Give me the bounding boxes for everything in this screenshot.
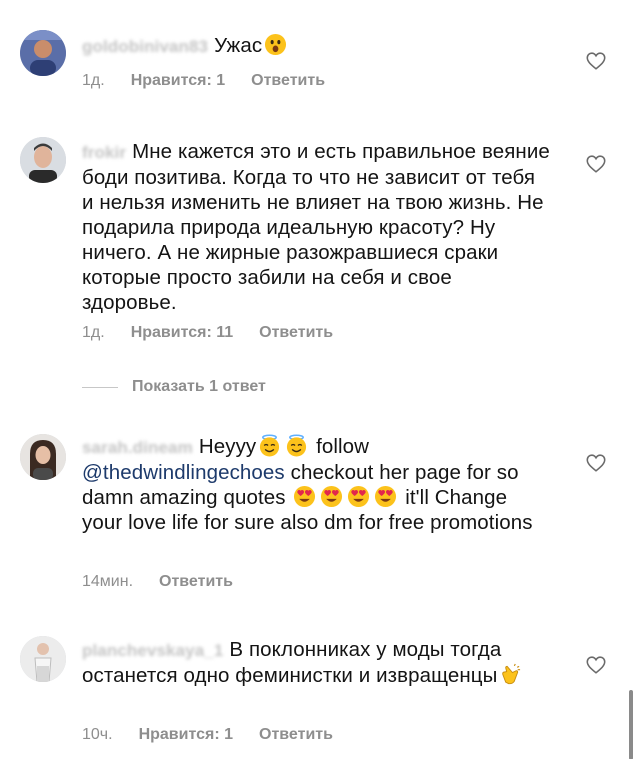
avatar[interactable] <box>20 137 66 183</box>
avatar[interactable] <box>20 434 66 480</box>
comment-body-start: Heyyy <box>198 435 257 458</box>
show-replies-button[interactable]: Показать 1 ответ <box>82 378 266 396</box>
username[interactable]: planchevskaya_1 <box>82 641 223 660</box>
comment-text: sarah.dineam Heyyy follow @thedwindlingec… <box>82 434 552 535</box>
like-heart-icon[interactable] <box>585 153 607 175</box>
timestamp: 1д. <box>82 324 105 341</box>
comment-body: Мне кажется это и есть правильное веяние… <box>82 140 550 314</box>
comment-text: goldobinivan83 Ужас <box>82 33 552 59</box>
timestamp: 10ч. <box>82 726 113 743</box>
divider-line <box>82 386 118 388</box>
username[interactable]: frokir <box>82 143 126 162</box>
reply-button[interactable]: Ответить <box>259 324 333 342</box>
avatar[interactable] <box>20 636 66 682</box>
heart-eyes-icon <box>293 485 316 508</box>
smiling-face-with-halo-icon <box>285 434 308 457</box>
likes-count[interactable]: Нравится: 1 <box>131 72 225 90</box>
heart-eyes-icon <box>347 485 370 508</box>
heart-eyes-icon <box>320 485 343 508</box>
username[interactable]: goldobinivan83 <box>82 37 208 56</box>
comment-text: frokir Мне кажется это и есть правильное … <box>82 139 552 315</box>
show-replies-label: Показать 1 ответ <box>132 378 266 395</box>
clapping-hands-icon <box>499 663 522 686</box>
comment-body-follow: follow <box>316 435 370 458</box>
reply-button[interactable]: Ответить <box>251 72 325 90</box>
comment-meta: 10ч. Нравится: 1 Ответить <box>82 726 333 744</box>
likes-count[interactable]: Нравится: 11 <box>131 324 233 342</box>
like-heart-icon[interactable] <box>585 654 607 676</box>
like-heart-icon[interactable] <box>585 452 607 474</box>
scrollbar[interactable] <box>629 690 633 759</box>
timestamp: 14мин. <box>82 573 134 590</box>
comment-meta: 1д. Нравится: 11 Ответить <box>82 324 333 342</box>
like-heart-icon[interactable] <box>585 50 607 72</box>
heart-eyes-icon <box>374 485 397 508</box>
mention-link[interactable]: @thedwindlingechoes <box>82 461 285 484</box>
astonished-face-icon <box>264 33 287 56</box>
username[interactable]: sarah.dineam <box>82 438 193 457</box>
smiling-face-with-halo-icon <box>258 434 281 457</box>
avatar[interactable] <box>20 30 66 76</box>
timestamp: 1д. <box>82 72 105 89</box>
likes-count[interactable]: Нравится: 1 <box>139 726 233 744</box>
comment-body: Ужас <box>214 34 263 57</box>
comment-text: planchevskaya_1 В поклонниках у моды тогд… <box>82 637 552 688</box>
reply-button[interactable]: Ответить <box>159 573 233 591</box>
reply-button[interactable]: Ответить <box>259 726 333 744</box>
comment-meta: 1д. Нравится: 1 Ответить <box>82 72 325 90</box>
comment-meta: 14мин. Ответить <box>82 573 233 591</box>
